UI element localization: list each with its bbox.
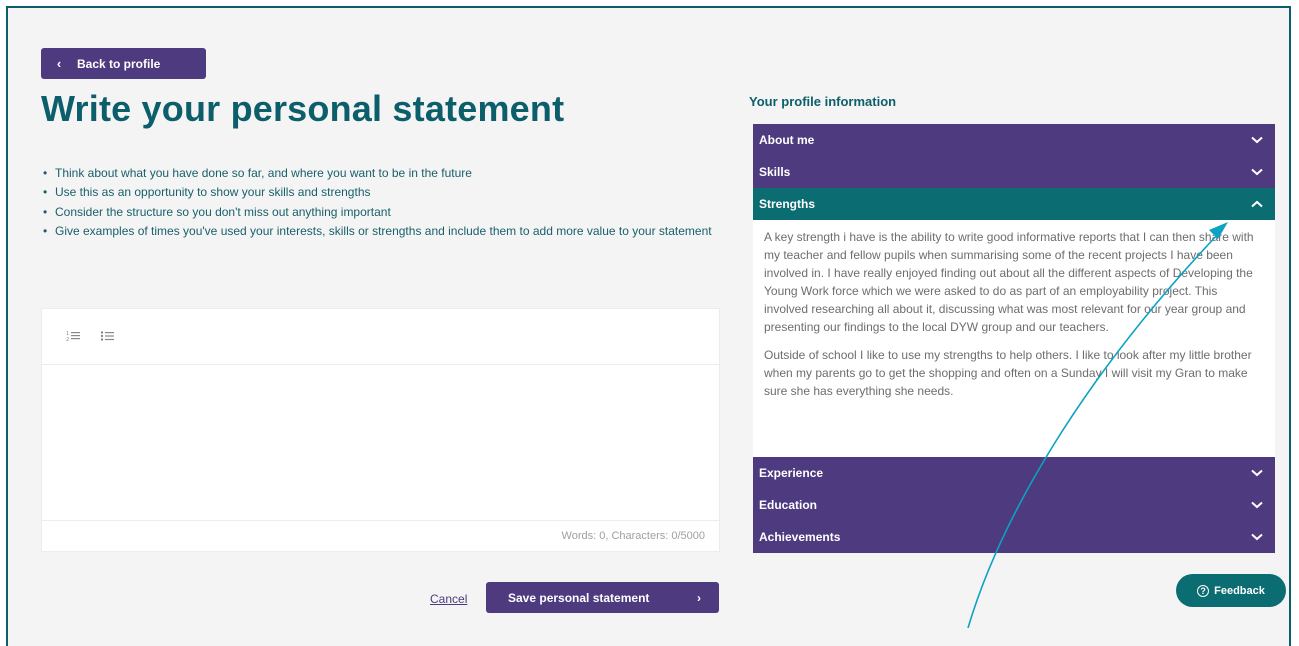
profile-accordion: About me Skills Strengths A key strength… — [753, 124, 1275, 553]
back-to-profile-button[interactable]: ‹ Back to profile — [41, 48, 206, 79]
tip-item: Think about what you have done so far, a… — [43, 165, 733, 183]
tip-item: Consider the structure so you don't miss… — [43, 204, 733, 222]
back-to-profile-label: Back to profile — [77, 56, 161, 71]
strengths-paragraph: A key strength i have is the ability to … — [764, 230, 1254, 334]
chevron-left-icon: ‹ — [56, 56, 62, 71]
chevron-up-icon — [1251, 200, 1263, 208]
feedback-label: Feedback — [1214, 584, 1265, 597]
chevron-down-icon — [1251, 469, 1263, 477]
save-personal-statement-button[interactable]: Save personal statement › — [486, 582, 719, 613]
accordion-experience[interactable]: Experience — [753, 457, 1275, 489]
feedback-button[interactable]: ? Feedback — [1176, 574, 1286, 607]
chevron-down-icon — [1251, 136, 1263, 144]
question-icon: ? — [1197, 584, 1210, 597]
accordion-label: Achievements — [759, 530, 841, 544]
accordion-skills[interactable]: Skills — [753, 156, 1275, 188]
accordion-about-me[interactable]: About me — [753, 124, 1275, 156]
word-character-counter: Words: 0, Characters: 0/5000 — [42, 520, 719, 551]
save-button-label: Save personal statement — [508, 590, 650, 605]
strengths-content: A key strength i have is the ability to … — [753, 220, 1275, 457]
accordion-label: Experience — [759, 466, 824, 480]
editor-toolbar: 1 2 — [42, 309, 719, 365]
counter-text: Words: 0, Characters: 0/5000 — [561, 530, 705, 542]
chevron-down-icon — [1251, 533, 1263, 541]
strengths-paragraph: Outside of school I like to use my stren… — [764, 348, 1252, 398]
tip-item: Give examples of times you've used your … — [43, 223, 733, 241]
chevron-down-icon — [1251, 168, 1263, 176]
chevron-down-icon — [1251, 501, 1263, 509]
svg-text:2: 2 — [66, 337, 69, 342]
chevron-right-icon: › — [697, 590, 701, 605]
accordion-strengths[interactable]: Strengths — [753, 188, 1275, 220]
accordion-label: Strengths — [759, 197, 816, 211]
accordion-label: About me — [759, 133, 815, 147]
numbered-list-icon[interactable]: 1 2 — [66, 330, 84, 344]
profile-info-title: Your profile information — [749, 94, 897, 109]
accordion-label: Education — [759, 498, 818, 512]
statement-text-area[interactable] — [42, 365, 719, 523]
statement-editor: 1 2 Words: 0, Characters: 0/5000 — [41, 308, 720, 552]
page-title: Write your personal statement — [41, 88, 565, 129]
accordion-education[interactable]: Education — [753, 489, 1275, 521]
cancel-link[interactable]: Cancel — [430, 592, 467, 606]
tips-list: Think about what you have done so far, a… — [43, 165, 733, 243]
accordion-achievements[interactable]: Achievements — [753, 521, 1275, 553]
bulleted-list-icon[interactable] — [100, 330, 118, 344]
tip-item: Use this as an opportunity to show your … — [43, 184, 733, 202]
accordion-label: Skills — [759, 165, 791, 179]
